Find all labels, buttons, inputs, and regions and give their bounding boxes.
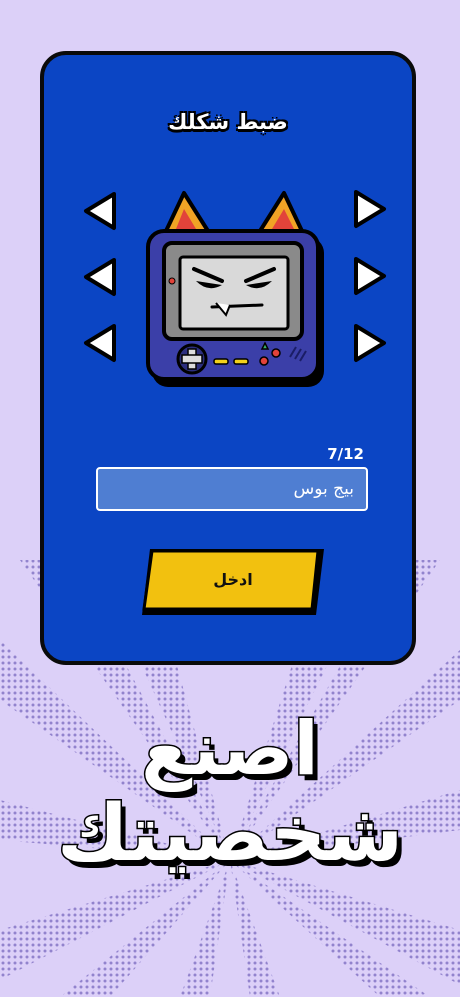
- prev-body-button[interactable]: [82, 322, 120, 364]
- character-avatar: [146, 191, 324, 387]
- customize-card: ضبط شكلك 7/12 بيج بوس ادخل: [40, 51, 416, 665]
- next-body-button[interactable]: [350, 322, 388, 364]
- card-title: ضبط شكلك: [168, 110, 288, 134]
- headline-line-2: شخصيتك: [55, 788, 404, 881]
- prev-ears-button[interactable]: [82, 190, 120, 232]
- prev-face-button[interactable]: [82, 256, 120, 298]
- arrow-right-icon: [354, 257, 386, 295]
- arrow-right-icon: [354, 324, 386, 362]
- name-length-counter: 7/12: [327, 445, 364, 463]
- enter-button[interactable]: ادخل: [140, 547, 326, 617]
- arrow-left-icon: [84, 324, 116, 362]
- arrow-left-icon: [84, 258, 116, 296]
- next-ears-button[interactable]: [350, 188, 388, 230]
- enter-button-label: ادخل: [213, 570, 253, 589]
- arrow-left-icon: [84, 192, 116, 230]
- arrow-right-icon: [354, 190, 386, 228]
- next-face-button[interactable]: [350, 255, 388, 297]
- name-input[interactable]: [96, 467, 368, 511]
- headline-line-1: اصنع: [140, 705, 321, 794]
